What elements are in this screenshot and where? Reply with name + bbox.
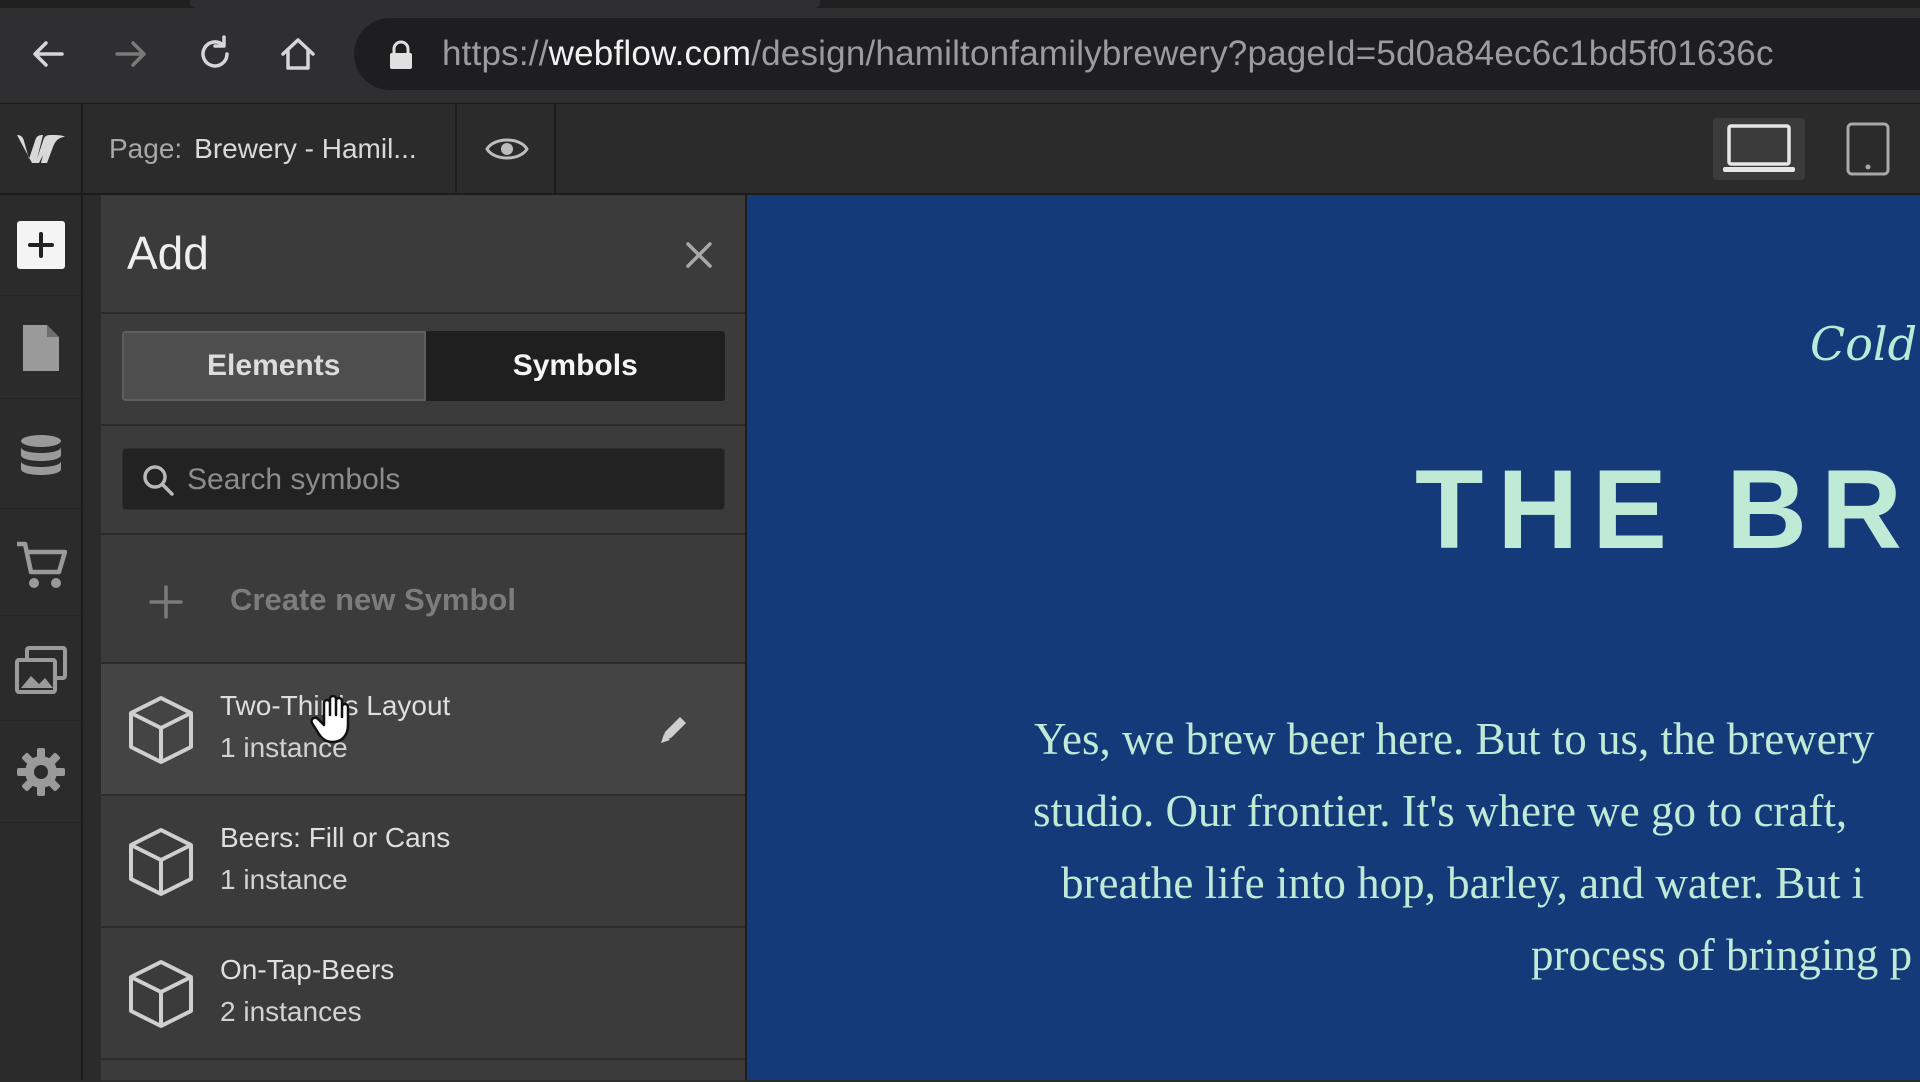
symbol-name: Beers: Fill or Cans [220,822,451,853]
browser-tab[interactable] [190,0,820,8]
body-line: Yes, we brew beer here. But to us, the b… [1034,714,1875,764]
add-button-box [16,221,65,269]
cart-icon [16,541,67,588]
create-symbol-label: Create new Symbol [230,582,516,617]
url-host: webflow.com [548,34,752,73]
gear-icon [16,748,65,796]
panel-tabs: Elements Symbols [101,314,745,426]
assets-icon [14,646,67,694]
add-panel-button[interactable] [0,195,81,296]
symbol-name: Two-Thirds Layout [220,690,451,721]
eye-icon [484,138,529,159]
canvas-tagline[interactable]: Cold I [1810,317,1920,371]
cube-icon [129,828,193,896]
reload-icon [201,35,229,68]
lock-icon [390,40,412,69]
url-prefix: https:// [442,34,549,73]
home-icon [281,38,315,70]
page-label: Page: [109,132,183,164]
symbol-item[interactable]: On-Tap-Beers 2 instances [101,928,745,1060]
symbol-name: On-Tap-Beers [220,954,395,985]
address-bar[interactable]: https://webflow.com/design/hamiltonfamil… [354,18,1920,90]
reload-button[interactable] [187,26,243,82]
assets-button[interactable] [0,620,81,721]
page-selector[interactable]: Page: Brewery - Hamil... [83,104,457,193]
left-toolbar [0,195,83,1080]
tab-symbols[interactable]: Symbols [425,331,725,401]
desktop-icon [1723,124,1795,172]
tab-switch: Elements Symbols [122,331,725,401]
pages-button[interactable] [0,298,81,399]
back-button[interactable] [20,26,76,82]
create-new-symbol-button[interactable]: Create new Symbol [101,535,745,664]
tablet-icon [1846,122,1890,176]
search-area [101,426,745,535]
home-button[interactable] [270,26,326,82]
plus-icon [27,232,54,258]
body-line: process of bringing p [1531,930,1913,980]
url-path: /design/hamiltonfamilybrewery?pageId=5d0… [751,34,1774,73]
body-line: studio. Our frontier. It's where we go t… [1033,786,1848,836]
database-icon [20,435,61,475]
cube-icon [129,696,193,764]
page-name: Brewery - Hamil... [194,132,417,164]
close-panel-button[interactable] [675,231,723,279]
design-canvas[interactable]: Cold I THE BR Yes, we brew beer here. Bu… [747,195,1920,1080]
symbol-instance-count: 2 instances [220,996,362,1027]
close-icon [686,242,712,268]
plus-icon [149,585,183,619]
symbol-item[interactable] [101,1060,745,1082]
add-panel: Add Elements Symbols Create new Symbol [101,195,747,1082]
browser-toolbar: https://webflow.com/design/hamiltonfamil… [0,0,1920,104]
symbol-instance-count: 1 instance [220,732,348,763]
url-text: https://webflow.com/design/hamiltonfamil… [442,33,1774,75]
panel-title: Add [127,227,209,279]
symbol-item[interactable]: Beers: Fill or Cans 1 instance [101,796,745,928]
pages-icon [22,325,59,371]
search-input[interactable] [185,449,709,511]
panel-header: Add [101,195,745,314]
body-line: breathe life into hop, barley, and water… [1061,858,1865,908]
preview-button[interactable] [459,104,556,193]
forward-button[interactable] [103,26,159,82]
tab-elements[interactable]: Elements [122,331,426,401]
cube-icon [129,960,193,1028]
symbol-item[interactable]: Two-Thirds Layout 1 instance [101,664,745,796]
search-icon [143,465,174,496]
cms-button[interactable] [0,408,81,509]
browser-tab-strip [0,0,1920,8]
back-arrow-icon [33,41,64,67]
search-box[interactable] [122,448,725,511]
forward-arrow-icon [115,41,146,67]
tablet-breakpoint-button[interactable] [1822,118,1914,180]
webflow-logo-button[interactable] [0,104,83,193]
canvas-heading[interactable]: THE BR [1415,445,1916,574]
pencil-icon[interactable] [657,712,691,746]
symbol-instance-count: 1 instance [220,864,348,895]
ecommerce-button[interactable] [0,515,81,616]
designer-topbar: Page: Brewery - Hamil... [0,104,1920,195]
settings-button[interactable] [0,722,81,823]
webflow-logo-icon [16,134,65,163]
desktop-breakpoint-button[interactable] [1713,118,1805,180]
